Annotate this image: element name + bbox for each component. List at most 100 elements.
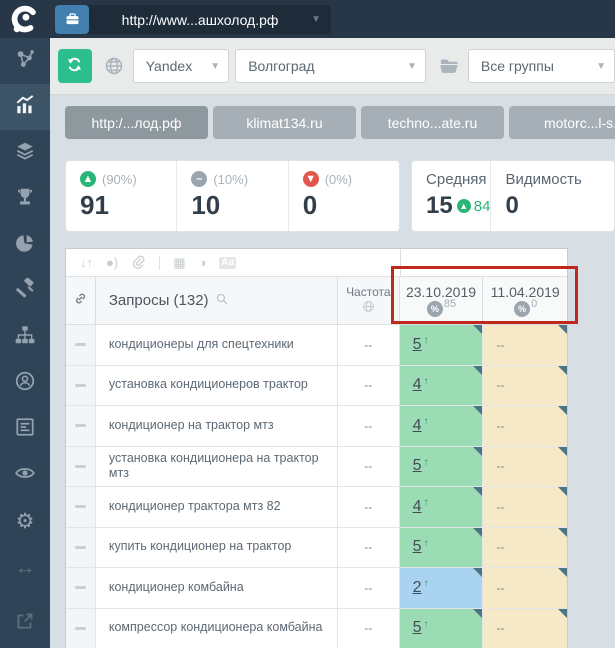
keyword-cell[interactable]: кондиционеры для спецтехники [96, 325, 338, 365]
drag-handle[interactable] [66, 487, 96, 527]
gear-icon: ⚙ [16, 511, 35, 532]
keyword-cell[interactable]: установка кондиционера на трактор мтз [96, 447, 338, 487]
date-column-header-1[interactable]: 23.10.2019 % 85 [400, 277, 484, 324]
position-cell[interactable]: 5↑ [400, 528, 484, 568]
sitemap-icon [14, 324, 36, 351]
frequency-header-label: Частота [346, 285, 390, 299]
drag-handle[interactable] [66, 406, 96, 446]
table-row: установка кондиционеров трактор -- 4↑ -- [66, 366, 567, 407]
refresh-button[interactable] [58, 49, 92, 83]
table-icon[interactable]: ▦ [173, 256, 185, 269]
keyword-cell[interactable]: установка кондиционеров трактор [96, 366, 338, 406]
position-cell[interactable]: 4↑ [400, 487, 484, 527]
frequency-cell: -- [338, 366, 400, 406]
app-window: http://www...ашхолод.рф ▼ [0, 0, 615, 648]
drag-handle[interactable] [66, 609, 96, 648]
search-engine-select[interactable]: Yandex ▼ [133, 49, 229, 83]
frequency-cell: -- [338, 528, 400, 568]
sidebar-item-structure[interactable] [0, 314, 50, 360]
stat-down-count: 0 [303, 190, 399, 221]
topbar: http://www...ашхолод.рф ▼ [0, 0, 615, 38]
groups-select[interactable]: Все группы ▼ [468, 49, 615, 83]
contrast-icon[interactable]: ◑ [198, 256, 206, 269]
keyword-cell[interactable]: компрессор кондиционера комбайна [96, 609, 338, 648]
region-select[interactable]: Волгоград ▼ [235, 49, 426, 83]
sidebar-collapse[interactable]: ↔ [0, 544, 50, 590]
up-arrow-icon: ↑ [424, 538, 429, 549]
sidebar-item-competitors[interactable] [0, 176, 50, 222]
folder-icon[interactable] [438, 56, 460, 76]
drag-handle-icon [75, 465, 86, 468]
drag-handle[interactable] [66, 447, 96, 487]
stat-up-percent: (90%) [102, 172, 137, 187]
sort-icon[interactable]: ↓↑ [80, 256, 93, 269]
average-delta: 84 [474, 198, 491, 215]
queries-column-header[interactable]: Запросы (132) [96, 277, 338, 324]
positions-summary-card: ▲ (90%) 91 – (10%) 10 ▼ (0%) [65, 160, 400, 232]
frequency-cell: -- [338, 487, 400, 527]
table-row: кондиционер комбайна -- 2↑ -- [66, 568, 567, 609]
position-cell[interactable]: 4↑ [400, 406, 484, 446]
keyword-cell[interactable]: купить кондиционер на трактор [96, 528, 338, 568]
visibility-value: 0 [505, 192, 518, 220]
frequency-cell: -- [338, 325, 400, 365]
date-column-header-2[interactable]: 11.04.2019 % 0 [483, 277, 567, 324]
tab-site-2[interactable]: klimat134.ru [213, 106, 356, 139]
layers-icon [14, 140, 36, 167]
drag-handle[interactable] [66, 528, 96, 568]
drag-handle[interactable] [66, 366, 96, 406]
sidebar-item-auction[interactable] [0, 268, 50, 314]
region-value: Волгоград [248, 58, 314, 74]
summary-icon [14, 416, 36, 443]
position-cell[interactable]: 5↑ [400, 325, 484, 365]
tab-site-3[interactable]: techno...ate.ru [361, 106, 504, 139]
sidebar-item-settings[interactable]: ⚙ [0, 498, 50, 544]
search-icon[interactable] [215, 292, 229, 310]
sidebar-item-support[interactable] [0, 360, 50, 406]
keyword-cell[interactable]: кондиционер на трактор мтз [96, 406, 338, 446]
paperclip-icon[interactable] [131, 254, 146, 271]
position-cell[interactable]: 5↑ [400, 447, 484, 487]
sidebar: ⚙ ↔ [0, 38, 50, 648]
sidebar-item-groups[interactable] [0, 130, 50, 176]
frequency-cell: -- [338, 568, 400, 608]
tab-site-1[interactable]: http:/...лод.рф [65, 106, 208, 139]
sidebar-external-link[interactable] [0, 600, 50, 646]
drag-handle-icon [75, 627, 86, 630]
table-body: кондиционеры для спецтехники -- 5↑ -- ус… [66, 325, 567, 648]
sidebar-item-summary[interactable] [0, 406, 50, 452]
briefcase-icon[interactable] [55, 5, 89, 34]
drag-handle[interactable] [66, 568, 96, 608]
stat-down: ▼ (0%) 0 [289, 161, 399, 231]
drag-handle-icon [75, 586, 86, 589]
sidebar-item-positions[interactable] [0, 84, 50, 130]
link-column-header[interactable] [66, 277, 96, 324]
table-row: компрессор кондиционера комбайна -- 5↑ -… [66, 609, 567, 648]
disc-icon[interactable]: ●) [106, 256, 118, 269]
position-cell[interactable]: 5↑ [400, 609, 484, 648]
keyword-cell[interactable]: кондиционер комбайна [96, 568, 338, 608]
drag-handle-icon [75, 343, 86, 346]
aa-icon[interactable]: Aa [219, 257, 236, 269]
sidebar-item-watch[interactable] [0, 452, 50, 498]
up-arrow-icon: ↑ [424, 619, 429, 630]
position-cell[interactable]: 2↑ [400, 568, 484, 608]
chevron-down-icon: ▼ [399, 61, 417, 72]
sidebar-item-share[interactable] [0, 222, 50, 268]
sidebar-item-network[interactable] [0, 38, 50, 84]
average-value: 15 [426, 192, 453, 220]
position-cell[interactable]: 4↑ [400, 366, 484, 406]
topvisor-logo-icon[interactable] [6, 1, 44, 37]
chevron-down-icon: ▼ [588, 61, 606, 72]
previous-position-cell: -- [483, 447, 567, 487]
up-arrow-icon: ↑ [424, 457, 429, 468]
stat-neutral-count: 10 [191, 190, 287, 221]
project-selector[interactable]: http://www...ашхолод.рф ▼ [55, 5, 331, 34]
frequency-column-header[interactable]: Частота [338, 277, 400, 324]
drag-handle[interactable] [66, 325, 96, 365]
average-label: Средняя [426, 171, 490, 188]
tab-site-4[interactable]: motorc...l-s. [509, 106, 615, 139]
keyword-cell[interactable]: кондиционер трактора мтз 82 [96, 487, 338, 527]
drag-handle-icon [75, 546, 86, 549]
stat-up-count: 91 [80, 190, 176, 221]
